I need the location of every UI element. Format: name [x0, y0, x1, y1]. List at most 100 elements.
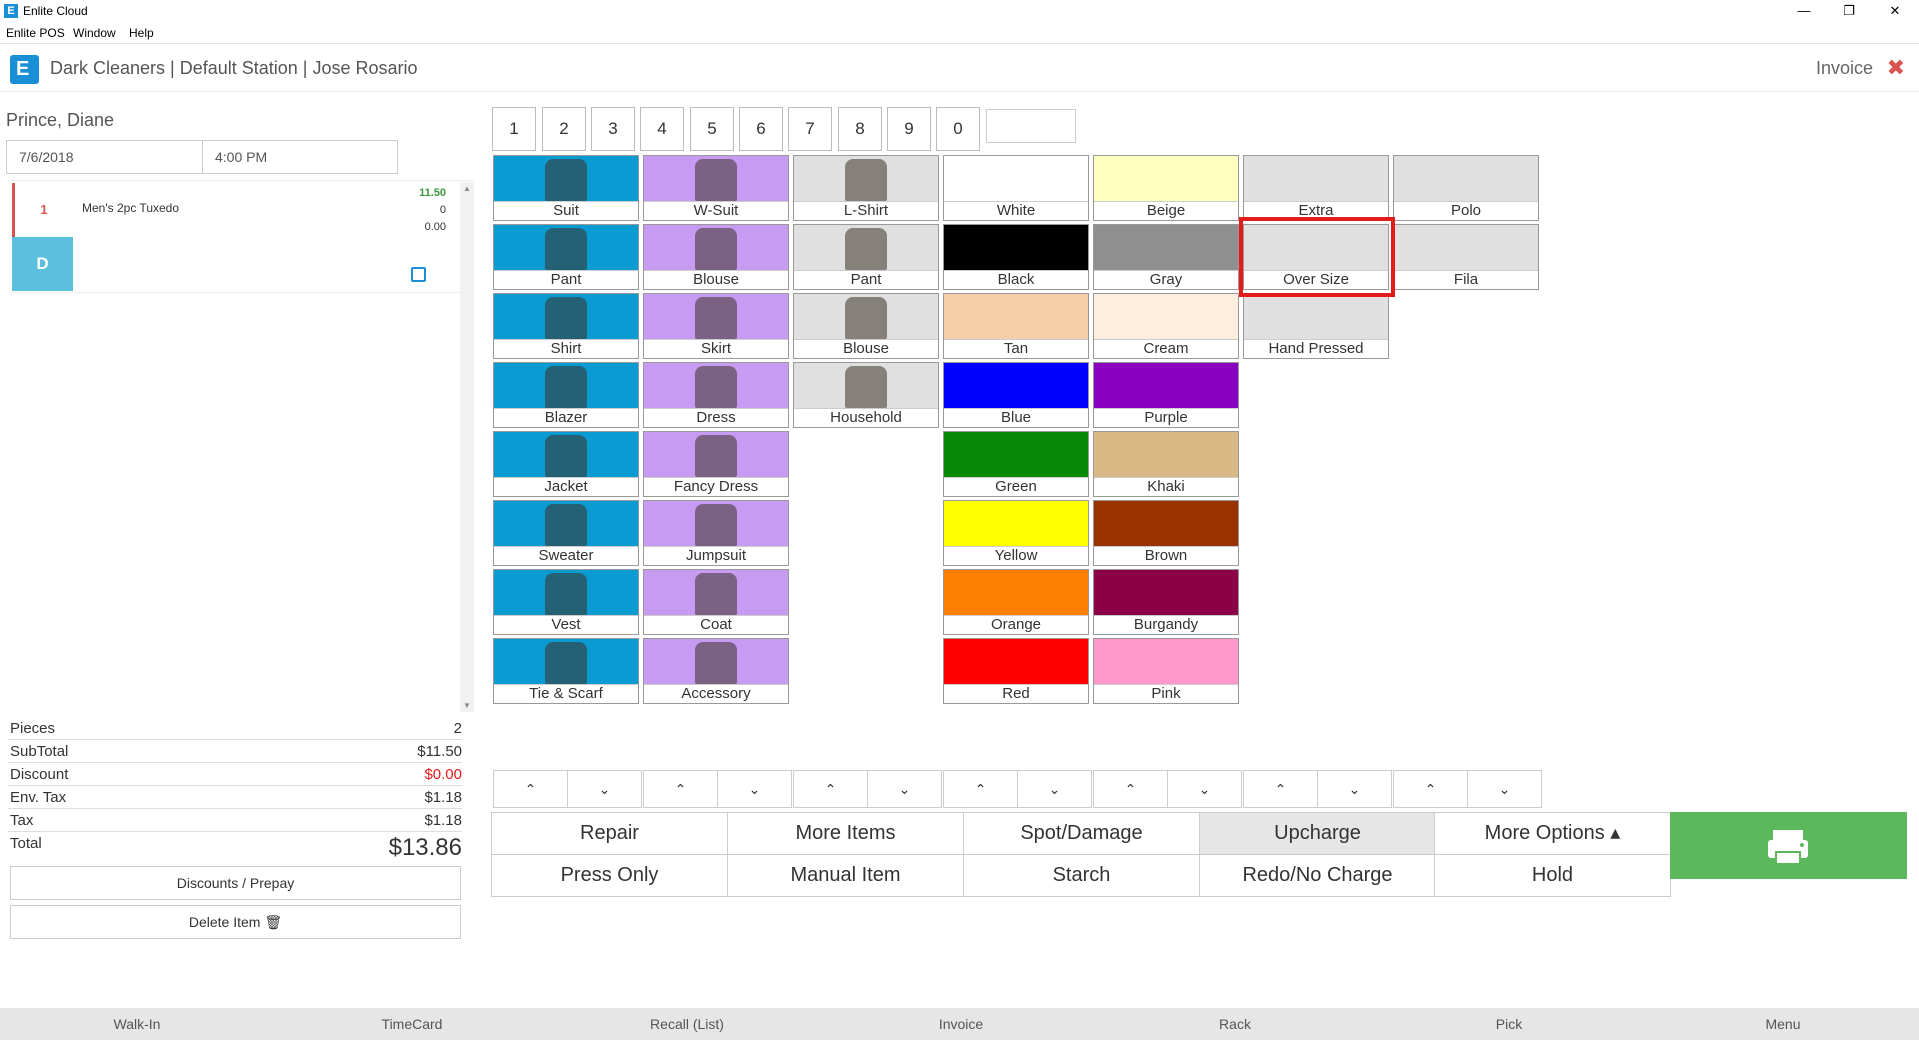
column-4-scroll-up-icon[interactable]: ⌃	[943, 770, 1018, 808]
male-tile-sweater[interactable]: Sweater	[493, 500, 639, 566]
quantity-input[interactable]	[986, 109, 1076, 143]
male-tile-jacket[interactable]: Jacket	[493, 431, 639, 497]
window-close-button[interactable]: ✕	[1872, 0, 1918, 24]
color-tile-beige[interactable]: Beige	[1093, 155, 1239, 221]
upcharge-tile-extra[interactable]: Extra	[1243, 155, 1389, 221]
print-button[interactable]	[1670, 812, 1907, 879]
scroll-down-icon[interactable]: ▼	[463, 701, 471, 710]
upcharge-tile-fila[interactable]: Fila	[1393, 224, 1539, 290]
color-tile-khaki[interactable]: Khaki	[1093, 431, 1239, 497]
column-5-scroll-down-icon[interactable]: ⌄	[1167, 770, 1242, 808]
male-tile-blazer[interactable]: Blazer	[493, 362, 639, 428]
numpad-3[interactable]: 3	[591, 107, 635, 151]
female-tile-skirt[interactable]: Skirt	[643, 293, 789, 359]
upcharge-button[interactable]: Upcharge	[1199, 812, 1436, 855]
menu-help[interactable]: Help	[129, 26, 154, 40]
female-tile-blouse[interactable]: Blouse	[643, 224, 789, 290]
column-7-scroll-up-icon[interactable]: ⌃	[1393, 770, 1468, 808]
color-tile-purple[interactable]: Purple	[1093, 362, 1239, 428]
color-tile-cream[interactable]: Cream	[1093, 293, 1239, 359]
male-tile-suit[interactable]: Suit	[493, 155, 639, 221]
column-3-scroll-down-icon[interactable]: ⌄	[867, 770, 942, 808]
item-qty[interactable]: 1	[12, 183, 73, 237]
male-tile-pant[interactable]: Pant	[493, 224, 639, 290]
color-tile-gray[interactable]: Gray	[1093, 224, 1239, 290]
time-field[interactable]: 4:00 PM	[202, 140, 398, 174]
numpad-7[interactable]: 7	[788, 107, 832, 151]
column-2-scroll-down-icon[interactable]: ⌄	[717, 770, 792, 808]
upcharge-tile-hand-pressed[interactable]: Hand Pressed	[1243, 293, 1389, 359]
upcharge-tile-polo[interactable]: Polo	[1393, 155, 1539, 221]
column-3-scroll-up-icon[interactable]: ⌃	[793, 770, 868, 808]
footer-pick[interactable]: Pick	[1496, 1016, 1522, 1032]
ticket-item-row[interactable]: 1 D Men's 2pc Tuxedo 11.50 0 0.00	[12, 183, 460, 293]
other-tile-l-shirt[interactable]: L-Shirt	[793, 155, 939, 221]
restore-button[interactable]: ❐	[1826, 0, 1872, 24]
numpad-9[interactable]: 9	[887, 107, 931, 151]
color-tile-tan[interactable]: Tan	[943, 293, 1089, 359]
female-tile-dress[interactable]: Dress	[643, 362, 789, 428]
column-1-scroll-up-icon[interactable]: ⌃	[493, 770, 568, 808]
other-tile-household[interactable]: Household	[793, 362, 939, 428]
column-4-scroll-down-icon[interactable]: ⌄	[1017, 770, 1092, 808]
column-1-scroll-down-icon[interactable]: ⌄	[567, 770, 642, 808]
menu-enlite-pos[interactable]: Enlite POS	[6, 26, 65, 40]
numpad-8[interactable]: 8	[838, 107, 882, 151]
color-tile-yellow[interactable]: Yellow	[943, 500, 1089, 566]
hold-button[interactable]: Hold	[1434, 854, 1671, 897]
footer-invoice[interactable]: Invoice	[939, 1016, 983, 1032]
redo-no-charge-button[interactable]: Redo/No Charge	[1199, 854, 1436, 897]
female-tile-accessory[interactable]: Accessory	[643, 638, 789, 704]
manual-item-button[interactable]: Manual Item	[727, 854, 964, 897]
spot-damage-button[interactable]: Spot/Damage	[963, 812, 1200, 855]
color-tile-orange[interactable]: Orange	[943, 569, 1089, 635]
female-tile-w-suit[interactable]: W-Suit	[643, 155, 789, 221]
male-tile-tie-scarf[interactable]: Tie & Scarf	[493, 638, 639, 704]
press-only-button[interactable]: Press Only	[491, 854, 728, 897]
minimize-button[interactable]: —	[1781, 0, 1827, 24]
other-tile-pant[interactable]: Pant	[793, 224, 939, 290]
scroll-up-icon[interactable]: ▲	[463, 184, 471, 193]
numpad-5[interactable]: 5	[690, 107, 734, 151]
color-tile-burgandy[interactable]: Burgandy	[1093, 569, 1239, 635]
footer-rack[interactable]: Rack	[1219, 1016, 1251, 1032]
numpad-6[interactable]: 6	[739, 107, 783, 151]
edit-icon[interactable]	[411, 267, 426, 282]
more-items-button[interactable]: More Items	[727, 812, 964, 855]
color-tile-pink[interactable]: Pink	[1093, 638, 1239, 704]
column-2-scroll-up-icon[interactable]: ⌃	[643, 770, 718, 808]
more-options-button[interactable]: More Options ▴	[1434, 812, 1671, 855]
numpad-0[interactable]: 0	[936, 107, 980, 151]
discounts-prepay-button[interactable]: Discounts / Prepay	[10, 866, 461, 900]
delete-item-button[interactable]: Delete Item 🗑	[10, 905, 461, 939]
female-tile-fancy-dress[interactable]: Fancy Dress	[643, 431, 789, 497]
column-6-scroll-down-icon[interactable]: ⌄	[1317, 770, 1392, 808]
repair-button[interactable]: Repair	[491, 812, 728, 855]
footer-walk-in[interactable]: Walk-In	[114, 1016, 161, 1032]
male-tile-vest[interactable]: Vest	[493, 569, 639, 635]
menu-window[interactable]: Window	[73, 26, 116, 40]
other-tile-blouse[interactable]: Blouse	[793, 293, 939, 359]
footer-timecard[interactable]: TimeCard	[382, 1016, 443, 1032]
footer-menu[interactable]: Menu	[1765, 1016, 1800, 1032]
column-7-scroll-down-icon[interactable]: ⌄	[1467, 770, 1542, 808]
color-tile-blue[interactable]: Blue	[943, 362, 1089, 428]
color-tile-red[interactable]: Red	[943, 638, 1089, 704]
numpad-4[interactable]: 4	[640, 107, 684, 151]
female-tile-jumpsuit[interactable]: Jumpsuit	[643, 500, 789, 566]
date-field[interactable]: 7/6/2018	[6, 140, 203, 174]
male-tile-shirt[interactable]: Shirt	[493, 293, 639, 359]
column-5-scroll-up-icon[interactable]: ⌃	[1093, 770, 1168, 808]
color-tile-black[interactable]: Black	[943, 224, 1089, 290]
color-tile-green[interactable]: Green	[943, 431, 1089, 497]
list-scrollbar[interactable]: ▲ ▼	[460, 182, 474, 712]
starch-button[interactable]: Starch	[963, 854, 1200, 897]
numpad-1[interactable]: 1	[492, 107, 536, 151]
footer-recall[interactable]: Recall (List)	[650, 1016, 724, 1032]
female-tile-coat[interactable]: Coat	[643, 569, 789, 635]
numpad-2[interactable]: 2	[542, 107, 586, 151]
column-6-scroll-up-icon[interactable]: ⌃	[1243, 770, 1318, 808]
close-icon[interactable]: ✖	[1887, 55, 1905, 81]
item-badge-button[interactable]: D	[12, 237, 73, 291]
color-tile-white[interactable]: White	[943, 155, 1089, 221]
